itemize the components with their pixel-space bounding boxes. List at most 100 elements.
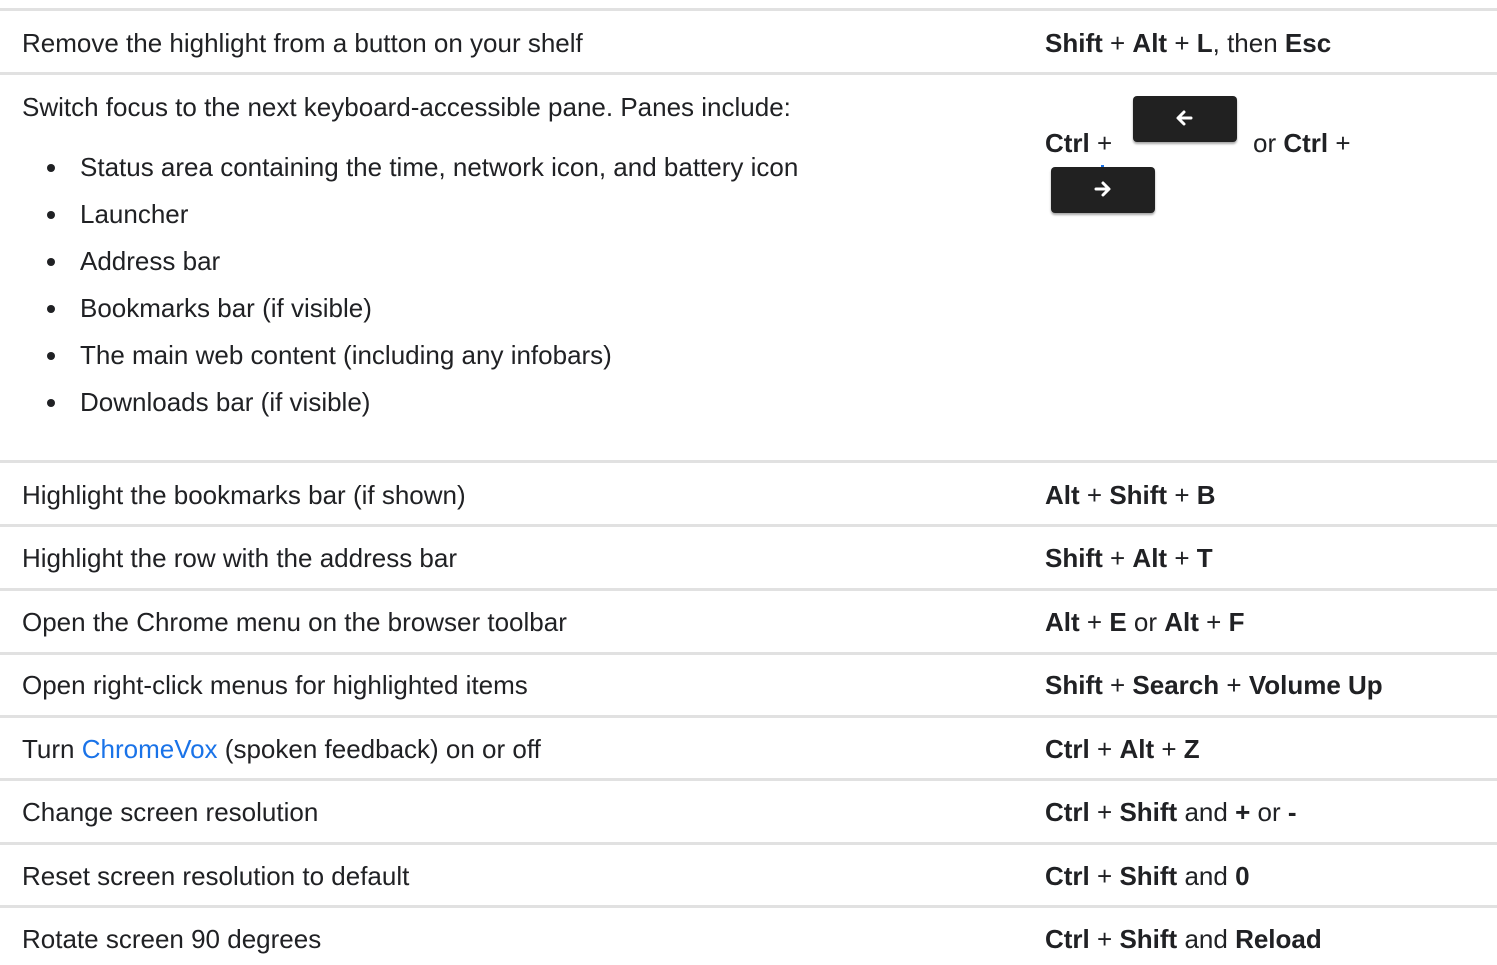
key-separator: + — [1206, 607, 1222, 637]
shortcut-keys: Alt + E or Alt + F — [1045, 607, 1244, 637]
key-separator: + — [1335, 128, 1351, 158]
key-label: Search — [1132, 670, 1220, 700]
key-label: B — [1196, 480, 1216, 510]
key-label: Esc — [1284, 28, 1332, 58]
key-label: Alt — [1132, 543, 1168, 573]
key-separator: + — [1110, 670, 1126, 700]
key-label: Ctrl — [1045, 797, 1090, 827]
row-divider — [0, 588, 1497, 591]
key-separator: + — [1226, 670, 1242, 700]
bullet-icon — [47, 164, 55, 172]
shortcut-description: Turn ChromeVox (spoken feedback) on or o… — [22, 734, 541, 764]
list-item: Downloads bar (if visible) — [22, 387, 798, 434]
shortcut-description: Reset screen resolution to default — [22, 861, 410, 891]
row-divider — [0, 460, 1497, 463]
key-label: Shift — [1119, 861, 1178, 891]
key-label: Shift — [1109, 480, 1168, 510]
shortcut-description: Open the Chrome menu on the browser tool… — [22, 607, 567, 637]
key-separator: and — [1184, 797, 1228, 827]
shortcut-keys: Shift + Alt + L, then Esc — [1045, 28, 1331, 58]
bullet-icon — [47, 305, 55, 313]
shortcut-keys: Ctrl + Shift and 0 — [1045, 861, 1250, 891]
list-item-label: Bookmarks bar (if visible) — [80, 293, 372, 323]
shortcut-keys: Alt + Shift + B — [1045, 480, 1216, 510]
key-separator: + — [1110, 543, 1126, 573]
list-item-label: Address bar — [80, 246, 221, 276]
key-label: L — [1196, 28, 1213, 58]
key-label: Ctrl — [1045, 128, 1090, 158]
key-label: Alt — [1132, 28, 1168, 58]
key-label: Alt — [1164, 607, 1199, 637]
row-divider — [0, 905, 1497, 908]
key-label: Ctrl — [1045, 734, 1090, 764]
forward-arrow-key-icon — [1051, 167, 1155, 213]
key-label: Volume Up — [1248, 670, 1383, 700]
key-label: Alt — [1045, 480, 1080, 510]
list-item-label: Downloads bar (if visible) — [80, 387, 371, 417]
key-label: Reload — [1235, 924, 1322, 954]
row-divider — [0, 652, 1497, 655]
shortcut-keys-cont: or Ctrl + — [1253, 128, 1351, 158]
key-separator: or — [1257, 797, 1281, 827]
shortcut-keys: Shift + Search + Volume Up — [1045, 670, 1383, 700]
chromevox-link[interactable]: ChromeVox — [82, 734, 218, 764]
key-label: Z — [1183, 734, 1200, 764]
panes-list: Status area containing the time, network… — [22, 152, 798, 434]
key-separator: , then — [1212, 28, 1285, 58]
key-label: T — [1196, 543, 1213, 573]
key-label: Alt — [1119, 734, 1155, 764]
shortcut-keys: Ctrl + — [1045, 128, 1112, 158]
row-divider — [0, 72, 1497, 75]
key-label: Ctrl — [1045, 924, 1090, 954]
key-separator: and — [1184, 861, 1228, 891]
key-separator: + — [1086, 607, 1103, 637]
key-label: Shift — [1119, 797, 1178, 827]
back-arrow-key-icon — [1133, 96, 1237, 142]
list-item-label: Launcher — [80, 199, 189, 229]
shortcut-description: Change screen resolution — [22, 797, 319, 827]
key-separator: + — [1097, 797, 1113, 827]
shortcut-description: Highlight the row with the address bar — [22, 543, 458, 573]
key-separator: + — [1110, 28, 1126, 58]
key-separator: and — [1184, 924, 1228, 954]
row-divider — [0, 778, 1497, 781]
key-separator: + — [1174, 543, 1190, 573]
key-separator: + — [1161, 734, 1177, 764]
key-label: Shift — [1119, 924, 1178, 954]
key-label: E — [1109, 607, 1127, 637]
bullet-icon — [47, 211, 55, 219]
list-item: Address bar — [22, 246, 798, 293]
shortcut-keys: Shift + Alt + T — [1045, 543, 1213, 573]
key-separator: + — [1086, 480, 1103, 510]
key-label: + — [1235, 797, 1251, 827]
shortcut-keys: Ctrl + Alt + Z — [1045, 734, 1200, 764]
row-divider — [0, 524, 1497, 527]
shortcut-description: Highlight the bookmarks bar (if shown) — [22, 480, 466, 510]
bullet-icon — [47, 258, 55, 266]
key-label: Shift — [1045, 543, 1103, 573]
list-item: Status area containing the time, network… — [22, 152, 798, 199]
list-item: Bookmarks bar (if visible) — [22, 293, 798, 340]
key-separator: + — [1097, 734, 1113, 764]
key-label: F — [1228, 607, 1245, 637]
key-separator: + — [1174, 28, 1190, 58]
shortcut-keys: Ctrl + Shift and + or - — [1045, 797, 1297, 827]
description-text: Turn — [22, 734, 82, 764]
description-text: (spoken feedback) on or off — [217, 734, 541, 764]
key-separator: + — [1174, 480, 1190, 510]
key-label: Ctrl — [1045, 861, 1090, 891]
row-divider — [0, 8, 1497, 11]
list-item: The main web content (including any info… — [22, 340, 798, 387]
key-label: - — [1287, 797, 1297, 827]
key-label: Shift — [1045, 670, 1103, 700]
shortcut-description: Rotate screen 90 degrees — [22, 924, 322, 954]
key-label: 0 — [1235, 861, 1250, 891]
list-item-label: The main web content (including any info… — [80, 340, 612, 370]
key-label: Alt — [1045, 607, 1080, 637]
key-label: Ctrl — [1283, 128, 1329, 158]
key-separator: or — [1133, 607, 1158, 637]
key-label: Shift — [1045, 28, 1103, 58]
list-item: Launcher — [22, 199, 798, 246]
shortcut-keys: Ctrl + Shift and Reload — [1045, 924, 1322, 954]
list-item-label: Status area containing the time, network… — [80, 152, 799, 182]
